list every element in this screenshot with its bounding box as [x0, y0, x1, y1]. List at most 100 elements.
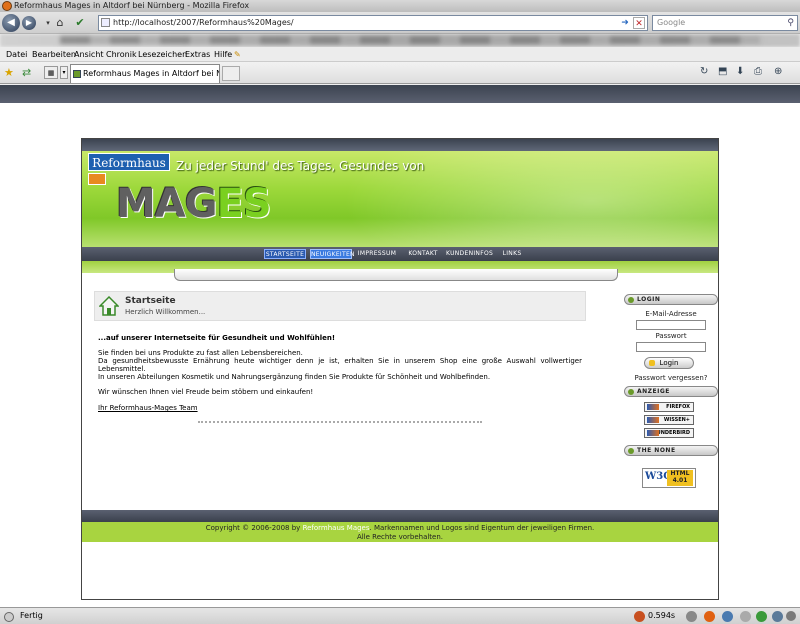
tab-active[interactable]: Reformhaus Mages in Altdorf bei Nürnb... — [70, 64, 220, 83]
go-icon[interactable]: ➜ — [619, 17, 631, 29]
logo-reformhaus[interactable]: Reformhaus — [88, 153, 170, 171]
globe-icon[interactable] — [722, 611, 733, 622]
toolbar-arrow-icon[interactable]: ⇄ — [22, 66, 31, 79]
settings-icon[interactable] — [772, 611, 783, 622]
decorative-tab-bar — [174, 269, 618, 281]
email-label: E-Mail-Adresse — [645, 310, 697, 318]
navigation-toolbar: ◀ ▶ ▾ ⌂ ✔ http://localhost/2007/Reformha… — [0, 12, 800, 34]
stop-icon[interactable]: ✕ — [633, 17, 645, 29]
reload-icon[interactable]: ↻ — [700, 66, 708, 77]
badge-label: FIREFOX — [666, 404, 690, 410]
forward-icon[interactable]: ▶ — [22, 16, 36, 30]
web-page: Reformhaus MAGES Zu jeder Stund' des Tag… — [0, 85, 800, 607]
menu-ansicht[interactable]: Ansicht — [74, 47, 104, 62]
nav-kontakt[interactable]: KONTAKT — [402, 249, 444, 259]
nav-impressum[interactable]: IMPRESSUM — [356, 249, 398, 259]
w3c-html-label: HTML 4.01 — [667, 470, 693, 486]
login-header: LOGIN — [624, 294, 718, 305]
none-head-label: THE NONE — [637, 447, 676, 454]
menu-bar: Datei Bearbeiten Ansicht Chronik Lesezei… — [0, 47, 800, 62]
firefox-icon — [2, 1, 12, 11]
w3c-html-badge[interactable]: W3C HTML 4.01 — [642, 468, 696, 488]
home-page-icon — [99, 296, 119, 316]
menu-extras[interactable]: Extras — [185, 47, 210, 62]
search-icon[interactable]: ⚲ — [787, 16, 794, 30]
address-bar[interactable]: http://localhost/2007/Reformhaus%20Mages… — [98, 15, 648, 31]
bullet-icon — [628, 389, 634, 395]
logo-emblem-icon — [88, 173, 106, 185]
bullet-icon — [628, 297, 634, 303]
window-titlebar: Reformhaus Mages in Altdorf bei Nürnberg… — [0, 0, 800, 12]
thunderbird-badge[interactable]: THUNDERBIRD — [644, 428, 694, 438]
page-title-box: Startseite Herzlich Willkommen... — [94, 291, 586, 321]
team-link[interactable]: Ihr Reformhaus-Mages Team — [98, 404, 198, 412]
abp-icon[interactable] — [756, 611, 767, 622]
resize-grip-icon[interactable] — [786, 611, 796, 621]
zoom-icon[interactable]: ⊕ — [774, 66, 782, 77]
paragraph-3: In unseren Abteilungen Kosmetik und Nahr… — [98, 373, 491, 381]
key-icon — [649, 360, 655, 366]
logo-mages-b: ES — [216, 181, 272, 227]
none-header: THE NONE — [624, 445, 718, 456]
wissen-badge[interactable]: WISSEN+ — [644, 415, 694, 425]
download-icon[interactable]: ⬇ — [736, 66, 744, 77]
menu-chronik[interactable]: Chronik — [106, 47, 137, 62]
password-field[interactable] — [636, 342, 706, 352]
search-input[interactable]: Google ⚲ — [652, 15, 798, 31]
bookmark-check-icon[interactable]: ✔ — [72, 15, 88, 31]
bookmark-page-icon[interactable]: ⬒ — [718, 66, 727, 77]
site-header: Reformhaus MAGES Zu jeder Stund' des Tag… — [82, 151, 718, 247]
site-nav: STARTSEITE NEUIGKEITEN IMPRESSUM KONTAKT… — [264, 247, 534, 261]
tab-overview-icon[interactable]: ▦ — [44, 66, 58, 79]
firefox-status-icon[interactable] — [704, 611, 715, 622]
print-icon[interactable]: ⎙ — [754, 66, 762, 77]
page-top-strip — [0, 85, 800, 103]
addon-status-icon[interactable] — [686, 611, 697, 622]
login-button[interactable]: Login — [644, 357, 694, 369]
new-tab-button[interactable] — [222, 66, 240, 81]
menu-hilfe[interactable]: Hilfe — [214, 47, 232, 62]
nav-neuigkeiten[interactable]: NEUIGKEITEN — [310, 249, 355, 259]
paragraph-2: Da gesundheitsbewusste Ernährung heute w… — [98, 357, 582, 373]
email-field[interactable] — [636, 320, 706, 330]
search-placeholder: Google — [657, 18, 686, 27]
addon-icon[interactable]: ✎ — [234, 47, 241, 62]
paragraph-4: Wir wünschen Ihnen viel Freude beim stöb… — [98, 388, 314, 396]
firefox-badge[interactable]: FIREFOX — [644, 402, 694, 412]
ads-header: ANZEIGE — [624, 386, 718, 397]
intro-heading: ...auf unserer Internetseite für Gesundh… — [98, 334, 336, 342]
menu-lesezeichen[interactable]: Lesezeichen — [138, 47, 187, 62]
forgot-password-link[interactable]: Passwort vergessen? — [624, 374, 718, 382]
back-icon[interactable]: ◀ — [2, 14, 20, 32]
nav-kundeninfos[interactable]: KUNDENINFOS — [446, 249, 493, 259]
thunderbird-badge-icon — [647, 430, 659, 436]
bullet-icon — [628, 448, 634, 454]
address-url: http://localhost/2007/Reformhaus%20Mages… — [113, 18, 294, 27]
footer-bar — [82, 510, 718, 522]
footer-trademark: . Markennamen und Logos sind Eigentum de… — [369, 524, 595, 532]
toolbar-icons: ↻ ⬒ ⬇ ⎙ ⊕ — [696, 66, 796, 80]
site-container: Reformhaus MAGES Zu jeder Stund' des Tag… — [81, 138, 719, 600]
logo-mages[interactable]: MAGES — [116, 181, 272, 227]
menu-bearbeiten[interactable]: Bearbeiten — [32, 47, 76, 62]
footer-link[interactable]: Reformhaus Mages — [303, 524, 370, 532]
lock-icon[interactable] — [740, 611, 751, 622]
login-head-label: LOGIN — [637, 296, 661, 303]
badge-label: WISSEN+ — [663, 417, 690, 423]
firebug-icon[interactable] — [634, 611, 645, 622]
footer: Copyright © 2006-2008 by Reformhaus Mage… — [82, 522, 718, 542]
home-icon[interactable]: ⌂ — [52, 15, 68, 31]
nav-startseite[interactable]: STARTSEITE — [264, 249, 306, 259]
menu-datei[interactable]: Datei — [6, 47, 27, 62]
tab-list-icon[interactable]: ▾ — [60, 66, 68, 79]
bookmark-star-icon[interactable]: ★ — [4, 66, 14, 79]
status-bar: Fertig 0.594s — [0, 607, 800, 624]
tab-favicon — [73, 70, 81, 78]
wissen-badge-icon — [647, 417, 659, 423]
page-icon — [101, 18, 110, 27]
dotted-divider — [198, 421, 482, 423]
blurred-toolbar-content — [60, 36, 760, 44]
paragraph-1: Sie finden bei uns Produkte zu fast alle… — [98, 349, 303, 357]
logo-mages-a: MAG — [116, 181, 218, 227]
nav-links[interactable]: LINKS — [494, 249, 530, 259]
